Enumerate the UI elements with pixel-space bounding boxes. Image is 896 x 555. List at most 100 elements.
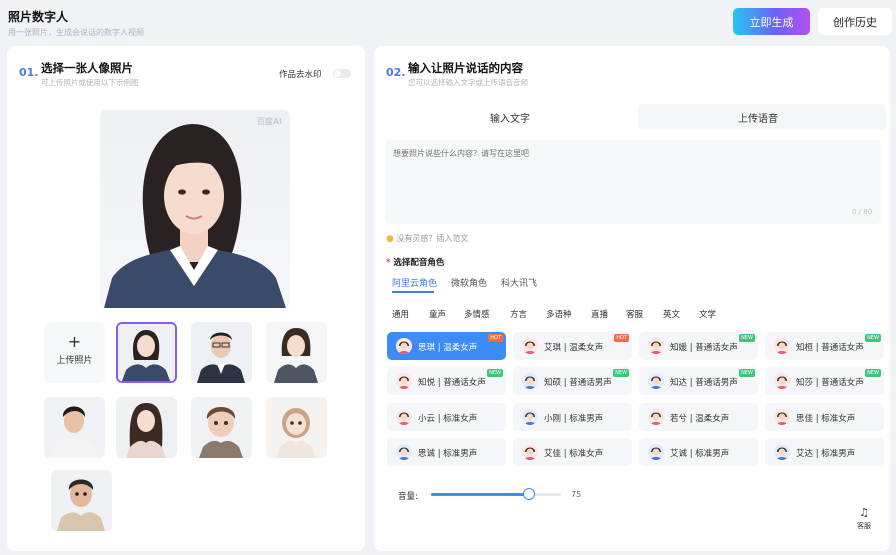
- required-icon: *: [386, 258, 391, 268]
- sample-photo[interactable]: [116, 397, 177, 458]
- voice-badge: NEW: [739, 369, 755, 377]
- voice-avatar-icon: [648, 338, 664, 354]
- category-english[interactable]: 英文: [663, 308, 680, 320]
- voice-option[interactable]: 知媛 | 普通话女声 NEW: [639, 332, 758, 360]
- voice-name: 艾琪 | 温柔女声: [544, 343, 604, 353]
- voice-avatar-icon: [648, 373, 664, 389]
- voice-avatar-icon: [522, 338, 538, 354]
- voice-name: 艾达 | 标准男声: [796, 449, 856, 459]
- sample-photo[interactable]: [191, 322, 252, 383]
- watermark-stamp: 百度AI: [256, 117, 282, 126]
- selected-portrait: 百度AI: [100, 110, 290, 308]
- category-child[interactable]: 童声: [429, 308, 446, 320]
- voice-option[interactable]: 艾琪 | 温柔女声 HOT: [513, 332, 632, 360]
- category-live[interactable]: 直播: [591, 308, 608, 320]
- voice-option[interactable]: 思佳 | 标准女声: [765, 403, 884, 431]
- volume-slider-handle[interactable]: [522, 488, 535, 500]
- sample-photo[interactable]: [266, 397, 327, 458]
- volume-label: 音量:: [398, 492, 418, 502]
- voice-avatar-icon: [396, 338, 412, 354]
- voice-name: 小云 | 标准女声: [418, 414, 478, 424]
- sample-photo[interactable]: [116, 322, 177, 383]
- page-subtitle: 用一张照片，生成会说话的数字人视频: [8, 28, 144, 37]
- tab-upload-audio[interactable]: 上传语音: [738, 110, 778, 125]
- voice-option[interactable]: 思诚 | 标准男声: [387, 438, 506, 466]
- voice-name: 知硕 | 普通话男声: [544, 378, 612, 388]
- voice-name: 思诚 | 标准男声: [418, 449, 478, 459]
- volume-value: 75: [571, 490, 582, 499]
- voice-name: 知达 | 普通话男声: [670, 378, 738, 388]
- photo-panel: 01. 选择一张人像照片 可上传照片或使用以下示例图 作品去水印 百度AI + …: [7, 46, 365, 551]
- voice-badge: HOT: [488, 334, 503, 342]
- voice-option[interactable]: 小刚 | 标准男声: [513, 403, 632, 431]
- section-title: 选择一张人像照片: [41, 61, 133, 75]
- voice-avatar-icon: [396, 444, 412, 460]
- voice-name: 小刚 | 标准男声: [544, 414, 604, 424]
- sample-photo[interactable]: [51, 470, 112, 531]
- voice-avatar-icon: [774, 338, 790, 354]
- voice-option[interactable]: 小云 | 标准女声: [387, 403, 506, 431]
- voice-option[interactable]: 若兮 | 温柔女声: [639, 403, 758, 431]
- category-general[interactable]: 通用: [392, 308, 409, 320]
- tab-input-text[interactable]: 输入文字: [490, 110, 530, 125]
- voice-badge: NEW: [865, 369, 881, 377]
- upload-photo-button[interactable]: + 上传照片: [44, 322, 105, 383]
- history-button[interactable]: 创作历史: [818, 8, 892, 35]
- category-literature[interactable]: 文学: [699, 308, 716, 320]
- inspiration-hint[interactable]: ● 没有灵感？插入范文: [386, 233, 468, 244]
- watermark-toggle[interactable]: [333, 69, 351, 78]
- voice-avatar-icon: [396, 373, 412, 389]
- headset-icon: ♫: [859, 506, 869, 519]
- voice-option[interactable]: 思琪 | 温柔女声 HOT: [387, 332, 506, 360]
- voice-badge: NEW: [487, 369, 503, 377]
- voice-option[interactable]: 艾佳 | 标准女声: [513, 438, 632, 466]
- voice-name: 思佳 | 标准女声: [796, 414, 856, 424]
- customer-service-label: 客服: [857, 522, 871, 530]
- voice-name: 思琪 | 温柔女声: [418, 343, 478, 353]
- voice-role-label: * 选择配音角色: [386, 256, 444, 268]
- voice-option[interactable]: 知达 | 普通话男声 NEW: [639, 367, 758, 395]
- tab-aliyun[interactable]: 阿里云角色: [392, 276, 437, 289]
- voice-name: 若兮 | 温柔女声: [670, 414, 730, 424]
- category-dialect[interactable]: 方言: [510, 308, 527, 320]
- voice-badge: NEW: [865, 334, 881, 342]
- active-tab-underline: [392, 291, 434, 293]
- voice-option[interactable]: 知硕 | 普通话男声 NEW: [513, 367, 632, 395]
- voice-option[interactable]: 知莎 | 普通话女声 NEW: [765, 367, 884, 395]
- customer-service-button[interactable]: ♫ 客服: [850, 506, 878, 531]
- generate-button[interactable]: 立即生成: [733, 8, 810, 35]
- sample-photo[interactable]: [266, 322, 327, 383]
- voice-avatar-icon: [396, 409, 412, 425]
- voice-name: 艾佳 | 标准女声: [544, 449, 604, 459]
- content-panel: 02. 输入让照片说话的内容 您可以选择输入文字或上传语音音频 输入文字 上传语…: [374, 46, 890, 551]
- sample-photo[interactable]: [44, 397, 105, 458]
- category-multilang[interactable]: 多语种: [546, 308, 572, 320]
- voice-option[interactable]: 知桓 | 普通话女声 NEW: [765, 332, 884, 360]
- voice-avatar-icon: [774, 373, 790, 389]
- section-title: 输入让照片说话的内容: [408, 61, 523, 75]
- voice-badge: NEW: [739, 334, 755, 342]
- tab-iflytek[interactable]: 科大讯飞: [501, 276, 537, 289]
- sample-photo[interactable]: [191, 397, 252, 458]
- page-title: 照片数字人: [8, 10, 69, 24]
- voice-option[interactable]: 艾诚 | 标准男声: [639, 438, 758, 466]
- voice-name: 知媛 | 普通话女声: [670, 343, 738, 353]
- volume-fill: [431, 493, 529, 496]
- voice-avatar-icon: [774, 444, 790, 460]
- voice-avatar-icon: [774, 409, 790, 425]
- section-subtitle: 可上传照片或使用以下示例图: [41, 78, 139, 87]
- category-service[interactable]: 客服: [626, 308, 643, 320]
- category-emotion[interactable]: 多情感: [464, 308, 490, 320]
- char-counter: 0 / 80: [852, 208, 873, 216]
- step-number: 02.: [386, 66, 406, 79]
- upload-label: 上传照片: [56, 356, 93, 366]
- script-textarea[interactable]: [385, 140, 881, 224]
- voice-avatar-icon: [648, 409, 664, 425]
- voice-avatar-icon: [522, 444, 538, 460]
- tab-microsoft[interactable]: 微软角色: [451, 276, 487, 289]
- voice-avatar-icon: [522, 409, 538, 425]
- voice-option[interactable]: 艾达 | 标准男声: [765, 438, 884, 466]
- volume-track[interactable]: [431, 493, 561, 496]
- voice-option[interactable]: 知悦 | 普通话女声 NEW: [387, 367, 506, 395]
- voice-avatar-icon: [522, 373, 538, 389]
